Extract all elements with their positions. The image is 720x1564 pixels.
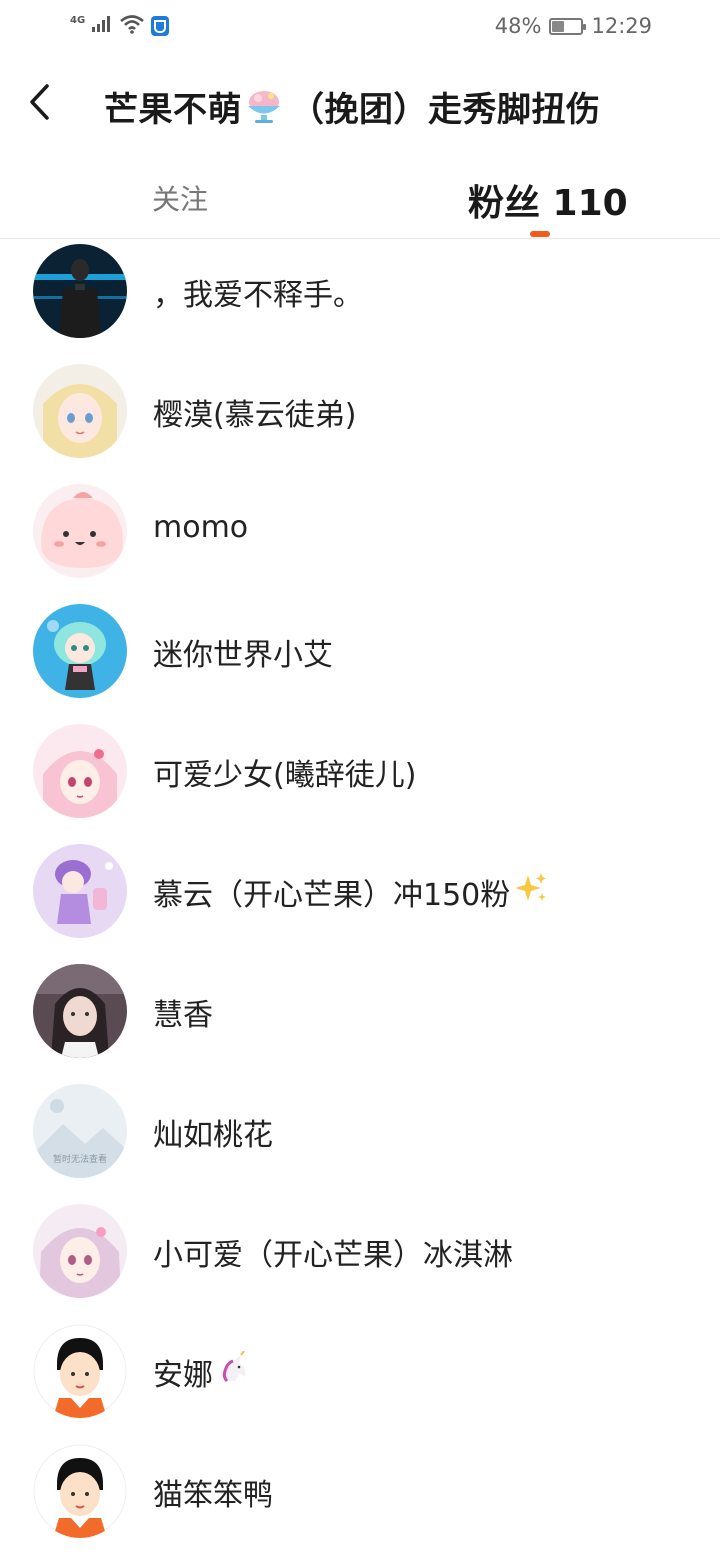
- status-bar: 4G 48% 12:29: [0, 0, 720, 56]
- username: ，我爱不释手。: [153, 278, 363, 313]
- username: 可爱少女(曦辞徒儿): [153, 758, 417, 793]
- tab-fans[interactable]: 粉丝 110: [468, 174, 628, 226]
- tab-following[interactable]: 关注: [152, 178, 208, 218]
- username: 灿如桃花: [153, 1118, 273, 1153]
- list-item[interactable]: 小可爱（开心芒果）冰淇淋: [0, 1204, 720, 1324]
- username: 小可爱（开心芒果）冰淇淋: [153, 1238, 513, 1273]
- back-button[interactable]: [18, 76, 64, 128]
- avatar: [33, 964, 127, 1058]
- avatar: [33, 244, 127, 338]
- shield-icon: [151, 16, 170, 36]
- list-item[interactable]: 迷你世界小艾: [0, 604, 720, 724]
- list-item[interactable]: ，我爱不释手。: [0, 244, 720, 364]
- title-subtitle: （挽团）走秀脚扭伤: [290, 90, 601, 130]
- username: 迷你世界小艾: [153, 638, 333, 673]
- avatar: [33, 1324, 127, 1418]
- fans-list: ，我爱不释手。 樱漠(慕云徒弟) momo 迷你世界小艾 可爱少女(曦辞徒儿) …: [0, 244, 720, 1564]
- battery-icon: [549, 17, 587, 35]
- list-item[interactable]: 慕云（开心芒果）冲150粉: [0, 844, 720, 964]
- username: 慕云（开心芒果）冲150粉: [153, 870, 548, 914]
- avatar: [33, 1204, 127, 1298]
- avatar: [33, 1444, 127, 1538]
- avatar-placeholder-text: 暂时无法查看: [53, 1153, 107, 1165]
- unicorn-icon: [217, 1350, 251, 1393]
- clock: 12:29: [591, 14, 652, 38]
- username: 慧香: [153, 998, 213, 1033]
- list-item[interactable]: 慧香: [0, 964, 720, 1084]
- avatar: [33, 364, 127, 458]
- list-item[interactable]: 樱漠(慕云徒弟): [0, 364, 720, 484]
- tab-active-indicator: [530, 231, 550, 237]
- username: 樱漠(慕云徒弟): [153, 398, 357, 433]
- status-right: 48% 12:29: [495, 14, 652, 38]
- username: momo: [153, 510, 249, 545]
- signal-icon: [91, 15, 113, 37]
- username: 猫笨笨鸭: [153, 1478, 273, 1513]
- list-item[interactable]: 安娜: [0, 1324, 720, 1444]
- avatar: [33, 844, 127, 938]
- list-item[interactable]: 暂时无法查看 灿如桃花: [0, 1084, 720, 1204]
- page-title: 芒果不萌 （挽团）走秀脚扭伤: [104, 82, 601, 131]
- list-item[interactable]: momo: [0, 484, 720, 604]
- avatar: [33, 484, 127, 578]
- battery-percent: 48%: [494, 14, 542, 38]
- status-left: 4G: [70, 14, 170, 38]
- wifi-icon: [119, 14, 145, 38]
- avatar: 暂时无法查看: [33, 1084, 127, 1178]
- header: 芒果不萌 （挽团）走秀脚扭伤: [0, 60, 720, 146]
- avatar: [33, 724, 127, 818]
- chevron-left-icon: [30, 84, 49, 120]
- avatar: [33, 604, 127, 698]
- sparkles-icon: [514, 871, 548, 913]
- username: 安娜: [153, 1350, 251, 1394]
- title-name: 芒果不萌: [104, 90, 242, 130]
- shaved-ice-icon: [244, 87, 284, 127]
- tab-bar: 关注 粉丝 110: [0, 160, 720, 239]
- network-type: 4G: [70, 14, 86, 26]
- list-item[interactable]: 猫笨笨鸭: [0, 1444, 720, 1564]
- list-item[interactable]: 可爱少女(曦辞徒儿): [0, 724, 720, 844]
